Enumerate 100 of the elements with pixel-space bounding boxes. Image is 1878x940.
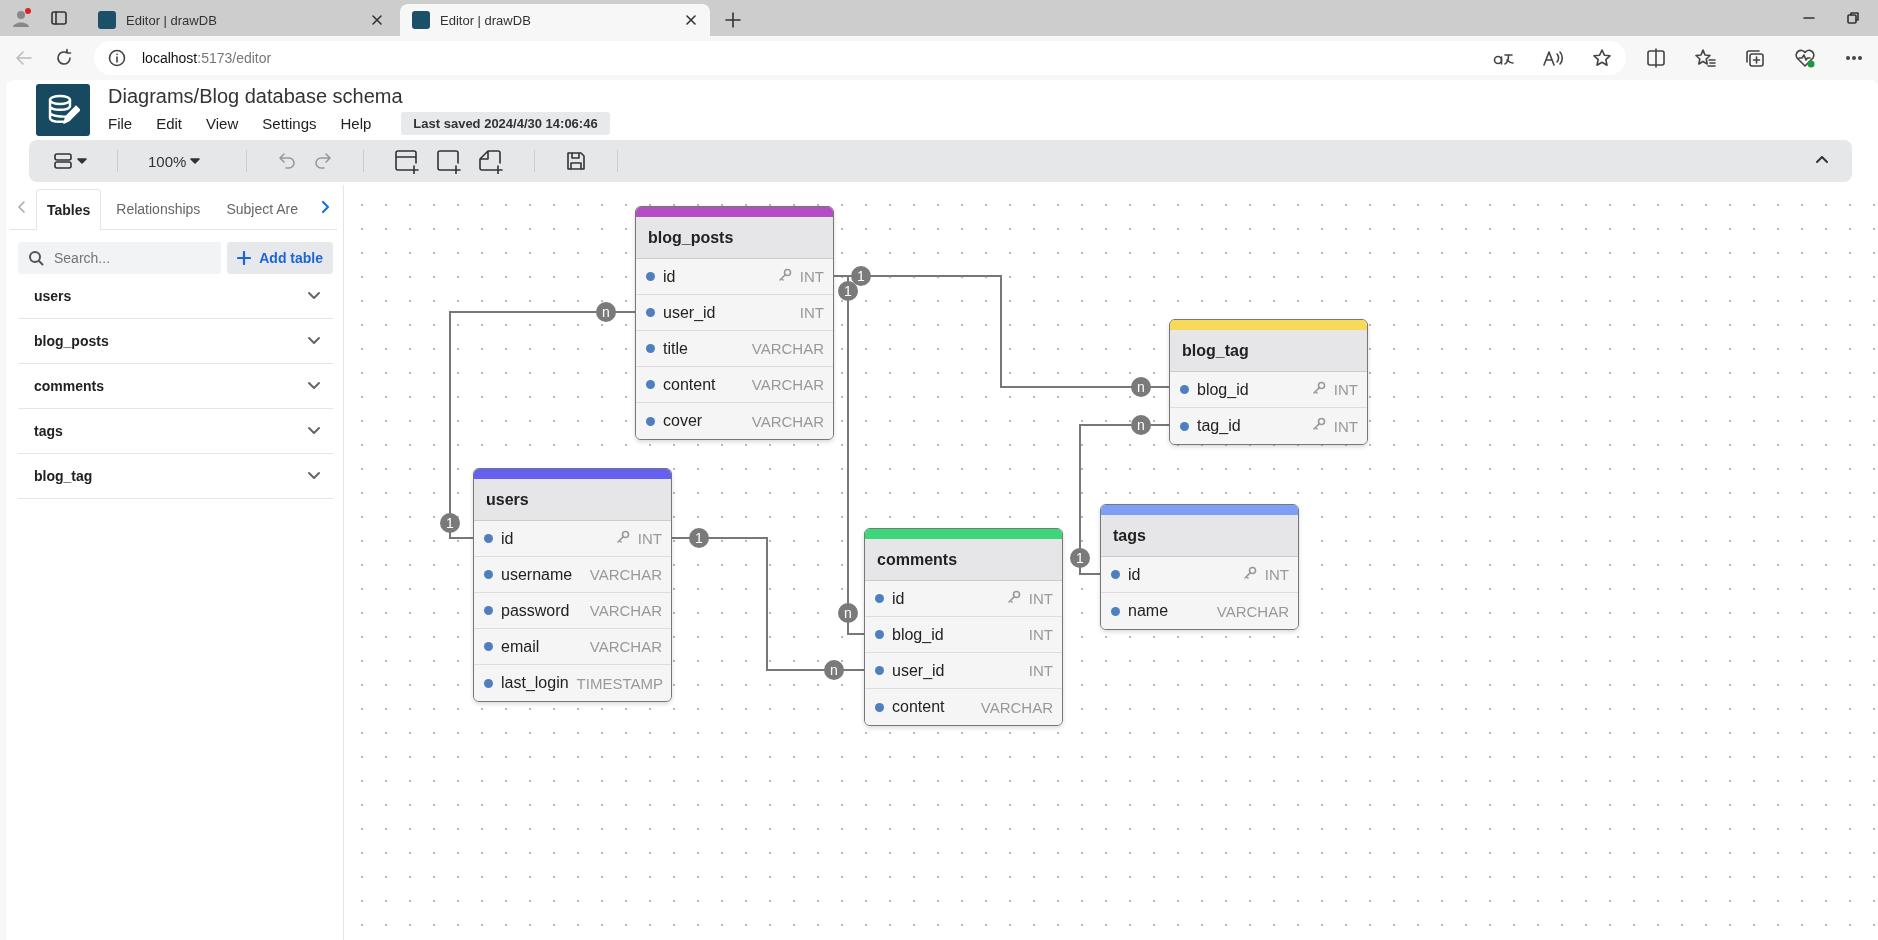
layout-menu-button[interactable] — [53, 152, 87, 170]
field-row[interactable]: user_id INT — [865, 653, 1062, 689]
add-table-icon[interactable] — [394, 148, 421, 174]
table-list-item[interactable]: tags — [18, 409, 333, 454]
field-row[interactable]: password VARCHAR — [474, 593, 671, 629]
field-type: INT — [1028, 626, 1053, 643]
table-card[interactable]: blog_tag blog_id INT tag_id INT — [1169, 319, 1368, 445]
refresh-icon[interactable] — [54, 48, 74, 68]
add-table-button[interactable]: Add table — [227, 242, 333, 274]
field-name: id — [501, 529, 515, 548]
url-text: localhost:5173/editor — [142, 50, 273, 66]
dot-icon — [1111, 606, 1120, 616]
field-row[interactable]: last_login TIMESTAMP — [474, 665, 671, 701]
chevron-down-icon — [307, 471, 321, 481]
chevron-down-icon — [307, 381, 321, 391]
field-type: INT — [799, 268, 824, 285]
dot-icon — [484, 534, 493, 543]
table-card[interactable]: tags id INT name VARCHAR — [1100, 504, 1299, 630]
field-row[interactable]: id INT — [1101, 557, 1298, 593]
field-row[interactable]: blog_id INT — [1170, 372, 1367, 408]
dot-icon — [1180, 421, 1189, 431]
cardinality-badge: 1 — [838, 281, 858, 301]
chevron-right-icon[interactable] — [320, 200, 332, 214]
menu-item[interactable]: Settings — [262, 115, 317, 132]
cardinality-badge: n — [596, 302, 616, 322]
menu-item[interactable]: File — [108, 115, 133, 132]
field-name: email — [501, 637, 541, 656]
cardinality-badge: 1 — [1070, 548, 1090, 568]
field-name: tag_id — [1197, 417, 1242, 435]
field-type: VARCHAR — [589, 638, 662, 655]
field-row[interactable]: cover VARCHAR — [636, 403, 833, 439]
field-row[interactable]: name VARCHAR — [1101, 593, 1298, 629]
close-icon[interactable] — [370, 13, 384, 27]
dot-icon — [875, 594, 884, 603]
cardinality-badge: n — [824, 660, 844, 680]
field-row[interactable]: content VARCHAR — [636, 367, 833, 403]
field-name: id — [663, 267, 677, 286]
field-type: INT — [1333, 417, 1358, 435]
table-name: blog_tag — [1170, 330, 1367, 372]
add-area-icon[interactable] — [436, 148, 463, 174]
field-row[interactable]: id INT — [636, 259, 833, 295]
database-logo-icon — [36, 84, 90, 136]
field-type: INT — [1333, 381, 1358, 398]
menu-item[interactable]: Edit — [156, 115, 183, 132]
field-type: VARCHAR — [751, 412, 824, 430]
field-row[interactable]: username VARCHAR — [474, 557, 671, 593]
save-icon[interactable] — [565, 150, 588, 172]
add-note-icon[interactable] — [478, 148, 505, 174]
field-name: blog_id — [892, 625, 945, 644]
field-row[interactable]: id INT — [474, 521, 671, 557]
search-field[interactable]: Search... — [18, 242, 222, 274]
browser-tab[interactable]: Editor | drawDB — [400, 4, 710, 36]
menu-item[interactable]: Help — [340, 115, 372, 132]
dot-icon — [646, 380, 655, 389]
new-tab-icon[interactable] — [724, 11, 742, 29]
dot-icon — [1111, 570, 1120, 579]
table-list-item[interactable]: users — [18, 274, 333, 319]
field-type: VARCHAR — [589, 602, 662, 619]
health-icon[interactable] — [1794, 48, 1816, 68]
dot-icon — [484, 678, 493, 688]
menu-item[interactable]: View — [206, 115, 239, 132]
caret-icon — [190, 156, 201, 166]
field-row[interactable]: tag_id INT — [1170, 408, 1367, 444]
table-list-item[interactable]: blog_posts — [18, 319, 333, 364]
profile-icon[interactable] — [10, 7, 32, 29]
chevron-down-icon — [307, 336, 321, 346]
table-card[interactable]: comments id INT blog_id INT user_id INT content VARCHAR — [864, 528, 1063, 726]
dot-icon — [875, 702, 884, 712]
field-name: password — [501, 601, 571, 620]
table-card[interactable]: blog_posts id INT user_id INT title VARCHAR content VARCHAR cover VARCHAR — [635, 206, 834, 440]
table-list-item[interactable]: blog_tag — [18, 454, 333, 499]
field-row[interactable]: email VARCHAR — [474, 629, 671, 665]
table-card[interactable]: users id INT username VARCHAR password VARCHAR email VARCHAR last_login TIMESTAMP — [473, 468, 672, 702]
field-row[interactable]: title VARCHAR — [636, 331, 833, 367]
field-row[interactable]: blog_id INT — [865, 617, 1062, 653]
zoom-menu-button[interactable]: 100% — [148, 152, 201, 170]
field-name: username — [501, 565, 574, 584]
browser-tab[interactable]: Editor | drawDB — [86, 4, 396, 36]
field-row[interactable]: user_id INT — [636, 295, 833, 331]
split-screen-icon[interactable] — [1646, 48, 1666, 68]
address-bar[interactable]: localhost:5173/editor — [94, 41, 1626, 75]
restore-icon[interactable] — [1846, 11, 1860, 25]
info-icon[interactable] — [108, 49, 126, 67]
dot-icon — [1180, 385, 1189, 394]
field-row[interactable]: id INT — [865, 581, 1062, 617]
tab-actions-icon[interactable] — [50, 9, 68, 27]
dot-icon — [646, 416, 655, 426]
star-icon[interactable] — [1592, 48, 1612, 68]
table-list-item[interactable]: comments — [18, 364, 333, 409]
field-name: name — [1128, 602, 1170, 620]
sidebar-tab[interactable]: Tables — [36, 189, 102, 230]
sidebar-tab[interactable]: Subject Are — [215, 188, 309, 229]
read-aloud-icon[interactable] — [1542, 49, 1564, 67]
collections-icon[interactable] — [1744, 48, 1766, 68]
close-icon[interactable] — [684, 13, 698, 27]
field-row[interactable]: content VARCHAR — [865, 689, 1062, 725]
favorites-icon[interactable] — [1694, 48, 1716, 68]
sidebar-tab[interactable]: Relationships — [105, 188, 212, 229]
dot-icon — [646, 344, 655, 353]
field-type: TIMESTAMP — [576, 674, 663, 692]
